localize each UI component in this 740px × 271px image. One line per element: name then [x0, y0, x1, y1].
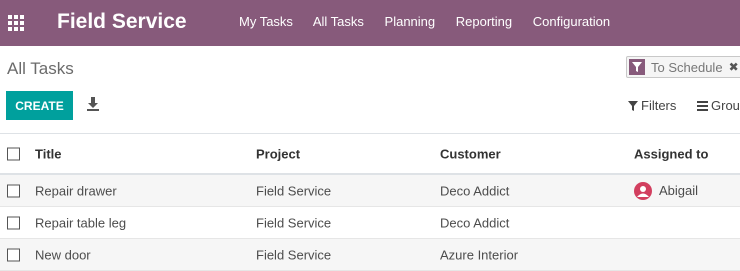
table-header: Title Project Customer Assigned to — [0, 133, 740, 175]
menu-configuration[interactable]: Configuration — [533, 14, 610, 29]
row-checkbox[interactable] — [7, 184, 20, 197]
app-brand[interactable]: Field Service — [57, 9, 187, 35]
task-customer: Azure Interior — [440, 247, 519, 262]
task-list-table: Title Project Customer Assigned to Repai… — [0, 133, 740, 271]
column-header-project[interactable]: Project — [256, 146, 300, 161]
create-button[interactable]: CREATE — [6, 91, 73, 120]
task-title: Repair table leg — [35, 215, 127, 230]
task-assigned: Abigail — [634, 181, 699, 200]
table-row[interactable]: Repair table leg Field Service Deco Addi… — [0, 207, 740, 239]
menu-my-tasks[interactable]: My Tasks — [239, 14, 293, 29]
search-facet[interactable]: To Schedule ✖ — [626, 56, 740, 78]
filters-label: Filters — [641, 98, 677, 113]
task-customer: Deco Addict — [440, 183, 510, 198]
top-navbar: Field Service My Tasks All Tasks Plannin… — [0, 0, 740, 46]
row-checkbox[interactable] — [7, 248, 20, 261]
menu-reporting[interactable]: Reporting — [456, 14, 512, 29]
menu-planning[interactable]: Planning — [385, 14, 436, 29]
table-row[interactable]: Repair drawer Field Service Deco Addict … — [0, 175, 740, 207]
groupby-toggle[interactable]: Grou — [697, 98, 740, 113]
avatar — [634, 181, 652, 200]
task-customer: Deco Addict — [440, 215, 510, 230]
main-menu: My Tasks All Tasks Planning Reporting Co… — [239, 14, 627, 29]
row-checkbox[interactable] — [7, 216, 20, 229]
task-project: Field Service — [256, 183, 332, 198]
task-title: New door — [35, 247, 91, 262]
filter-icon — [629, 59, 645, 75]
task-project: Field Service — [256, 247, 332, 262]
bars-icon — [697, 100, 708, 111]
filter-icon — [628, 100, 638, 111]
menu-all-tasks[interactable]: All Tasks — [313, 14, 364, 29]
select-all-checkbox[interactable] — [7, 147, 20, 160]
breadcrumb-title: All Tasks — [7, 59, 74, 78]
task-project: Field Service — [256, 215, 332, 230]
assignee-name: Abigail — [659, 183, 699, 198]
download-icon[interactable] — [86, 97, 100, 111]
task-title: Repair drawer — [35, 183, 117, 198]
facet-label: To Schedule — [651, 59, 723, 75]
app-grid-icon[interactable] — [8, 15, 24, 31]
table-row[interactable]: New door Field Service Azure Interior — [0, 239, 740, 271]
groupby-label: Grou — [711, 98, 740, 113]
close-icon[interactable]: ✖ — [729, 60, 739, 74]
filters-toggle[interactable]: Filters — [628, 98, 676, 113]
column-header-title[interactable]: Title — [35, 146, 62, 161]
column-header-customer[interactable]: Customer — [440, 146, 501, 161]
column-header-assigned[interactable]: Assigned to — [634, 146, 708, 161]
